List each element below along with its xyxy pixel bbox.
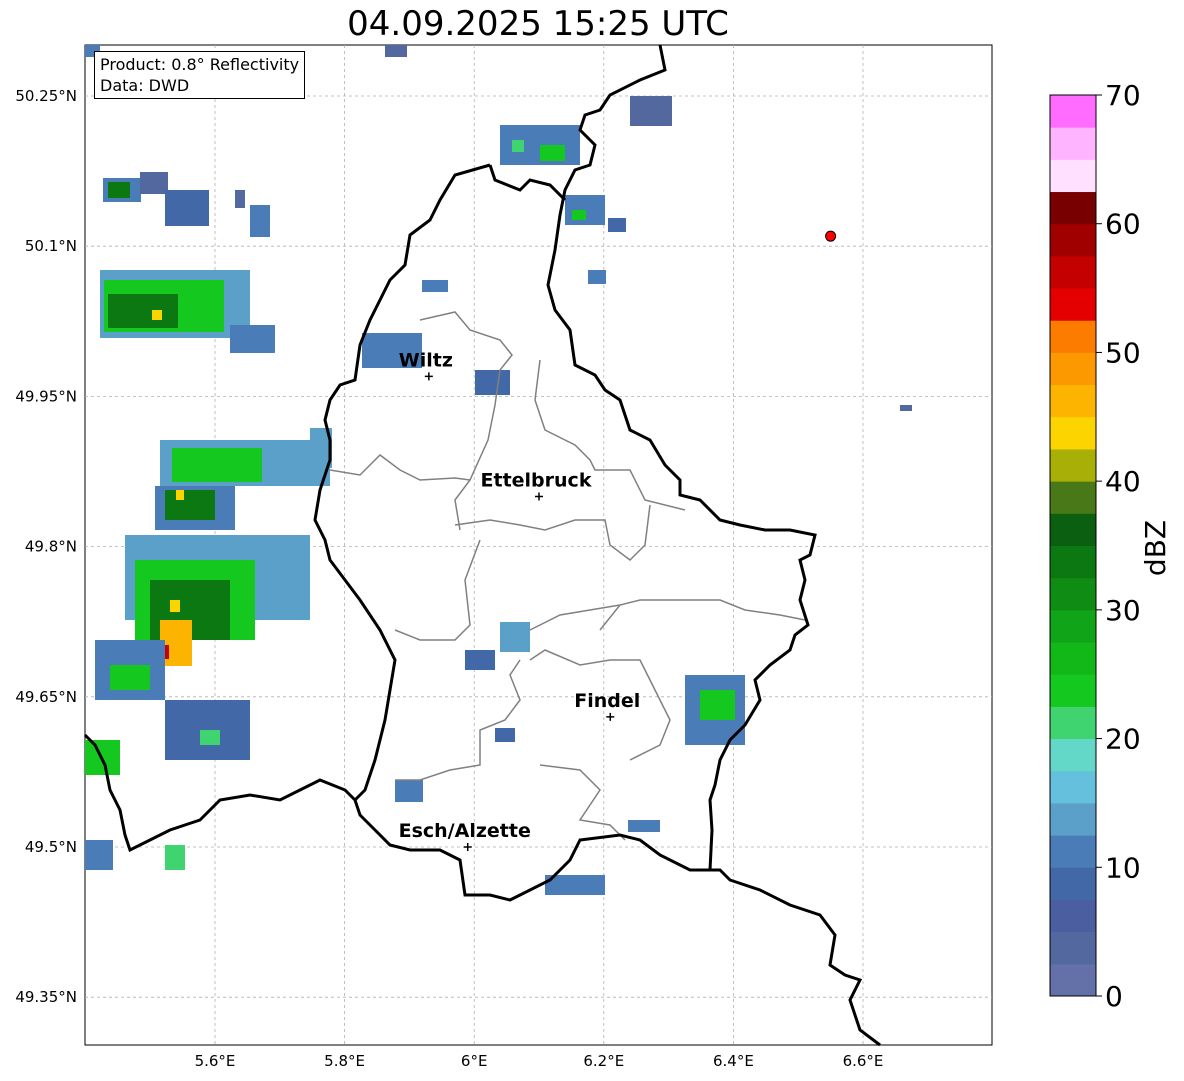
colorbar-segment [1050,127,1096,160]
lat-tick-label: 49.95°N [15,387,77,405]
city-label: Findel [574,690,640,712]
colorbar-segment [1050,770,1096,804]
lon-tick-label: 6.2°E [583,1052,624,1070]
colorbar-segment [1050,609,1096,643]
lon-tick-label: 5.6°E [195,1052,236,1070]
radar-site-marker [825,230,837,242]
colorbar-tick-label: 10 [1105,851,1141,884]
city-label: Esch/Alzette [399,820,531,842]
colorbar-segment [1050,835,1096,868]
colorbar-segment [1050,674,1096,707]
colorbar-segment [1050,738,1096,772]
colorbar-segment [1050,288,1096,321]
colorbar-segment [1050,448,1096,482]
colorbar: 0 10 20 30 40 50 60 70 dBZ [1049,79,1172,1013]
lon-tick-label: 6°E [461,1052,488,1070]
colorbar-tick-label: 70 [1105,79,1141,112]
colorbar-segment [1050,416,1096,450]
colorbar-segment [1050,191,1096,225]
radar-map: 5.6°E 5.8°E 6°E 6.2°E 6.4°E 6.6°E 50.25°N 50.1°… [15,44,993,1070]
colorbar-ticks: 0 10 20 30 40 50 60 70 [1096,79,1141,1013]
colorbar-segment [1050,802,1096,836]
colorbar-tick-label: 30 [1105,594,1141,627]
source-label: Data: DWD [100,76,190,95]
lon-tick-label: 6.6°E [843,1052,884,1070]
colorbar-segments [1050,95,1096,997]
colorbar-segment [1050,384,1096,418]
lat-tick-label: 49.8°N [25,538,77,556]
colorbar-tick-label: 50 [1105,336,1141,369]
city-label: Ettelbruck [481,470,592,492]
lat-tick-label: 50.1°N [25,237,77,255]
colorbar-segment [1050,159,1096,193]
colorbar-tick-label: 20 [1105,723,1141,756]
colorbar-tick-label: 0 [1105,980,1123,1013]
colorbar-segment [1050,706,1096,740]
city-label: Wiltz [399,349,453,371]
colorbar-segment [1050,481,1096,514]
colorbar-segment [1050,223,1096,257]
colorbar-segment [1050,320,1096,353]
colorbar-tick-label: 40 [1105,465,1141,498]
lon-tick-label: 6.4°E [713,1052,754,1070]
lat-tick-label: 49.5°N [25,838,77,856]
colorbar-segment [1050,931,1096,965]
product-label: Product: 0.8° Reflectivity [100,55,300,74]
colorbar-segment [1050,867,1096,900]
colorbar-segment [1050,577,1096,611]
lat-tick-label: 50.25°N [15,87,77,105]
colorbar-segment [1050,963,1096,997]
colorbar-segment [1050,352,1096,386]
lon-tick-label: 5.8°E [324,1052,365,1070]
colorbar-segment [1050,899,1096,933]
colorbar-segment [1050,513,1096,546]
colorbar-tick-label: 60 [1105,208,1141,241]
lat-tick-label: 49.65°N [15,688,77,706]
colorbar-segment [1050,642,1096,675]
info-box: Product: 0.8° Reflectivity Data: DWD [94,51,306,99]
colorbar-segment [1050,95,1096,128]
colorbar-label: dBZ [1139,520,1172,576]
colorbar-segment [1050,255,1096,289]
lat-tick-label: 49.35°N [15,988,77,1006]
colorbar-segment [1050,545,1096,579]
